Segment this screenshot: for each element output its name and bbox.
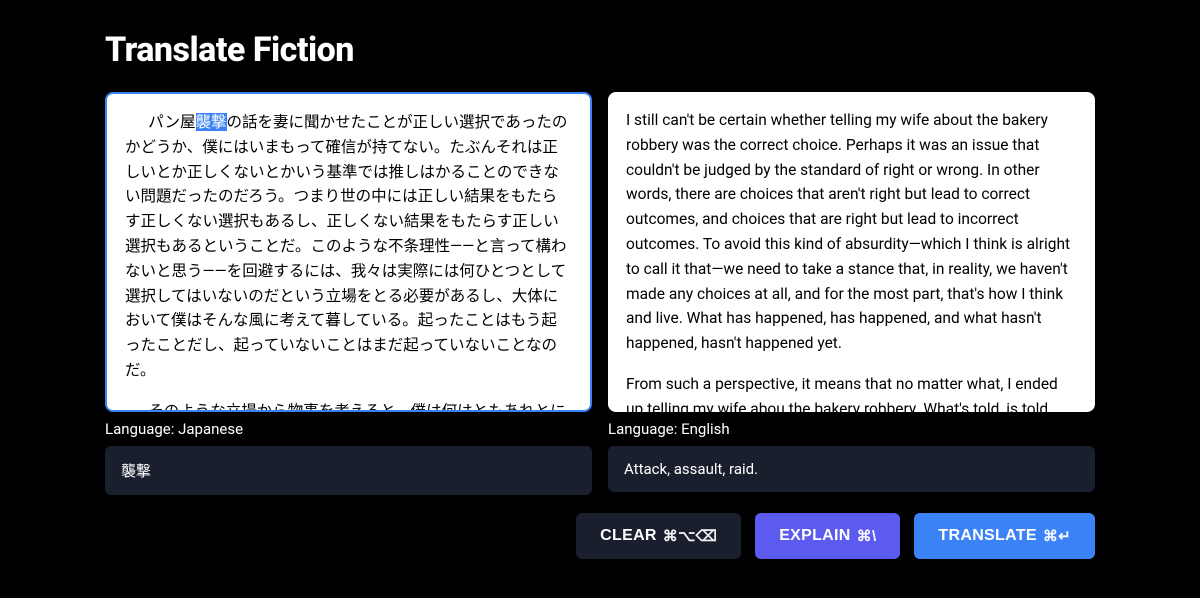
clear-shortcut: ⌘⌥⌫: [663, 527, 717, 545]
target-paragraph-1: I still can't be certain whether telling…: [626, 108, 1077, 356]
source-paragraph-2: そのような立場から物事を考えると、僕は何はともあれとにかく妻にパン屋襲撃のことを…: [125, 399, 572, 412]
target-vocab-box[interactable]: Attack, assault, raid.: [608, 446, 1095, 492]
page-title: Translate Fiction: [105, 30, 1095, 70]
spellcheck-underline: abou: [750, 400, 785, 412]
source-text-suffix: の話を妻に聞かせたことが正しい選択であったのかどうか、僕にはいまもって確信が持て…: [125, 113, 567, 379]
source-paragraph-1: パン屋襲撃の話を妻に聞かせたことが正しい選択であったのかどうか、僕にはいまもって…: [125, 110, 572, 383]
target-panel: I still can't be certain whether telling…: [608, 92, 1095, 495]
source-panel: パン屋襲撃の話を妻に聞かせたことが正しい選択であったのかどうか、僕にはいまもって…: [105, 92, 592, 495]
translate-button-label: TRANSLATE: [938, 527, 1036, 545]
target-paragraph-2: From such a perspective, it means that n…: [626, 372, 1077, 412]
explain-button[interactable]: EXPLAIN ⌘\: [755, 513, 900, 559]
action-buttons: CLEAR ⌘⌥⌫ EXPLAIN ⌘\ TRANSLATE ⌘↵: [105, 513, 1095, 559]
translation-panels: パン屋襲撃の話を妻に聞かせたことが正しい選択であったのかどうか、僕にはいまもって…: [105, 92, 1095, 495]
clear-button[interactable]: CLEAR ⌘⌥⌫: [576, 513, 741, 559]
translate-shortcut: ⌘↵: [1043, 527, 1071, 545]
explain-button-label: EXPLAIN: [779, 527, 850, 545]
source-vocab-box[interactable]: 襲撃: [105, 446, 592, 495]
source-text-box[interactable]: パン屋襲撃の話を妻に聞かせたことが正しい選択であったのかどうか、僕にはいまもって…: [105, 92, 592, 412]
explain-shortcut: ⌘\: [857, 527, 877, 545]
clear-button-label: CLEAR: [600, 527, 657, 545]
highlighted-word: 襲撃: [196, 113, 227, 131]
target-language-label: Language: English: [608, 420, 1095, 438]
translate-button[interactable]: TRANSLATE ⌘↵: [914, 513, 1095, 559]
source-text-prefix: パン屋: [148, 113, 195, 131]
source-language-label: Language: Japanese: [105, 420, 592, 438]
target-text-box[interactable]: I still can't be certain whether telling…: [608, 92, 1095, 412]
